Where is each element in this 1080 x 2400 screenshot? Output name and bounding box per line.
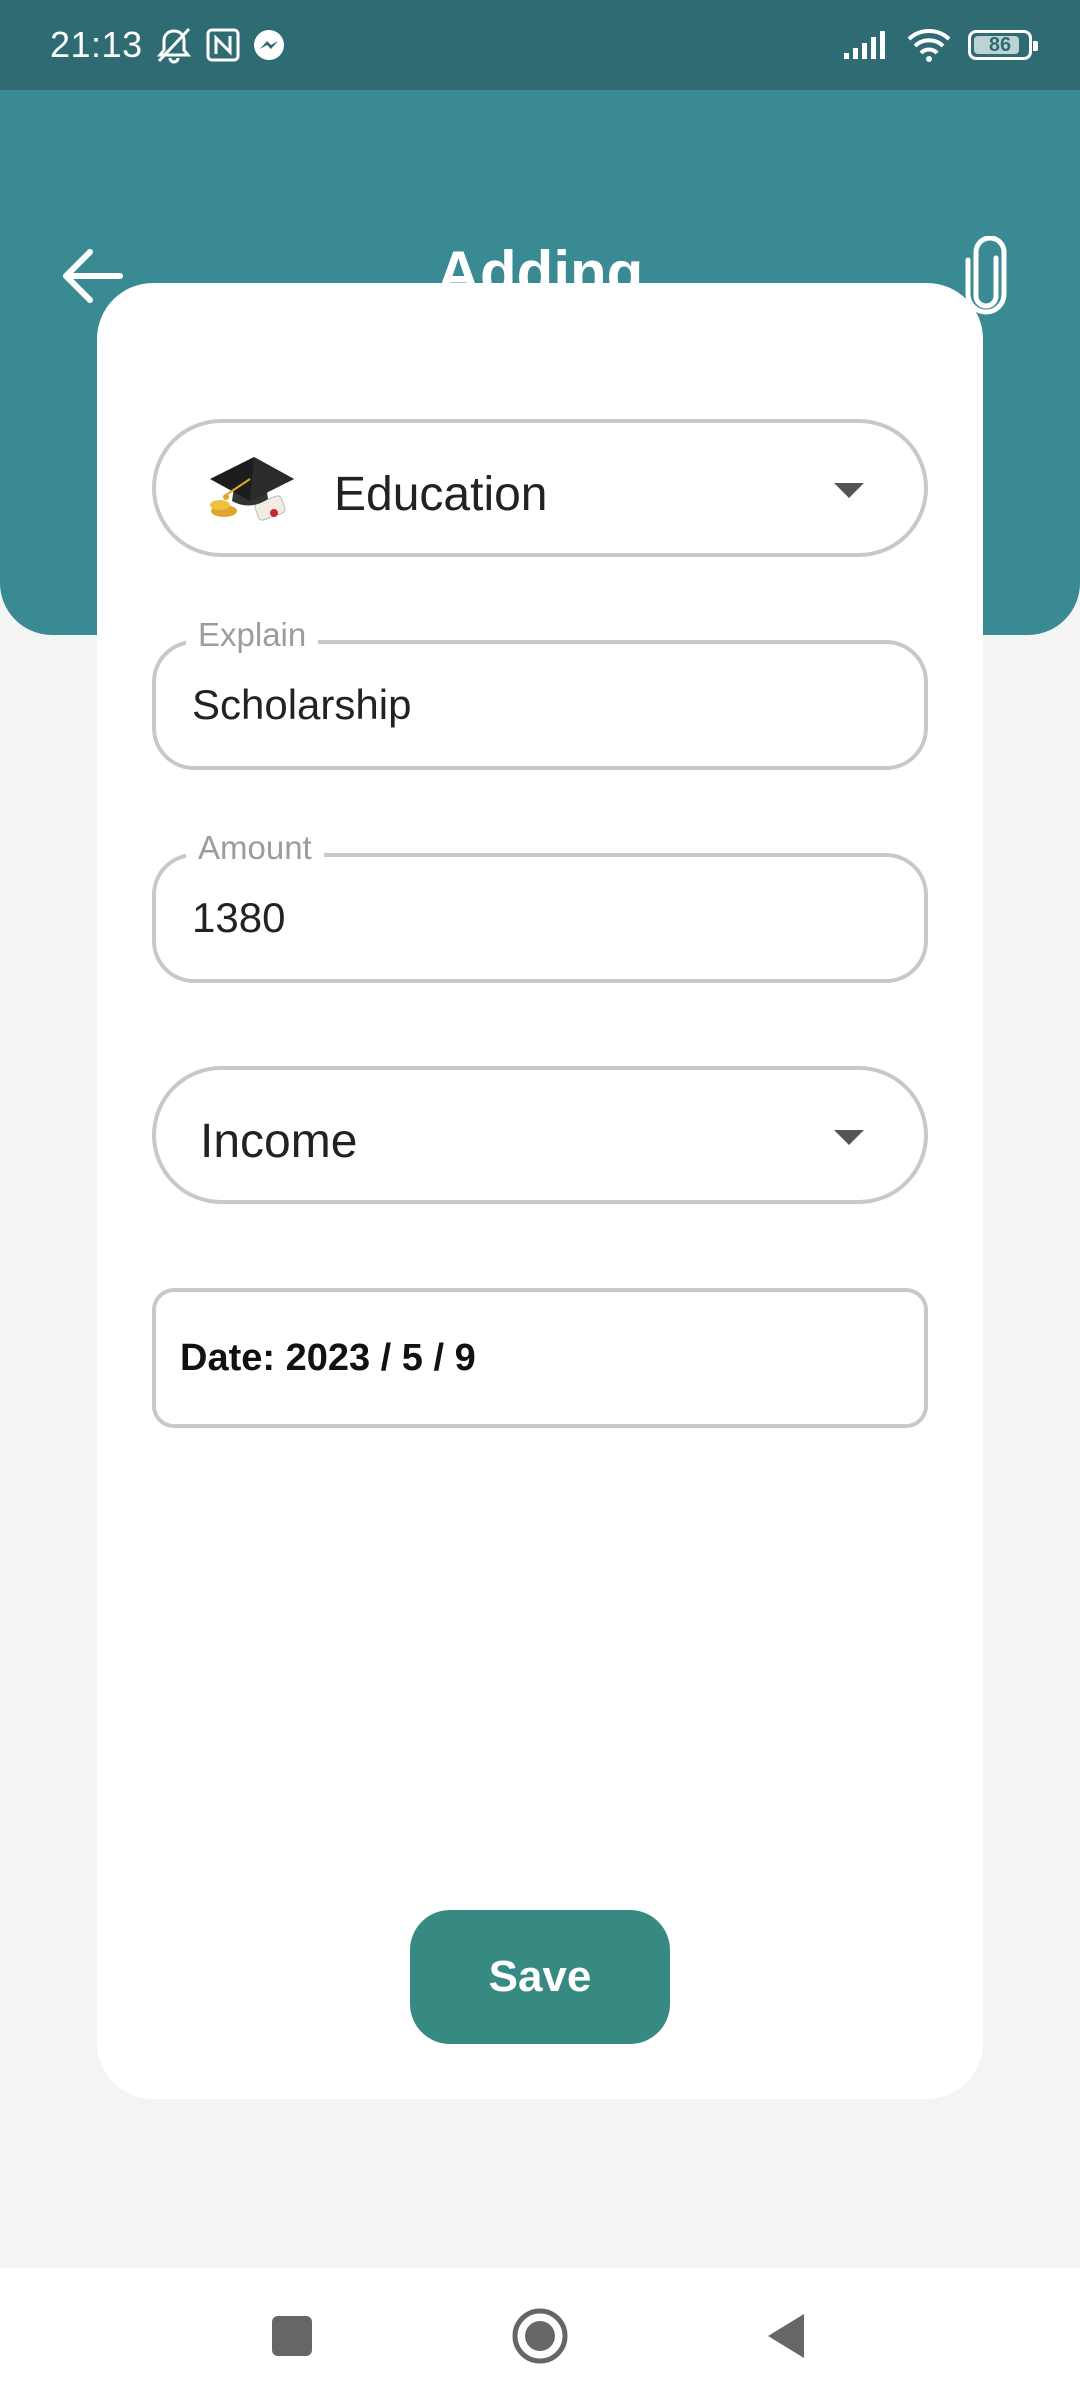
back-triangle-icon [768, 2314, 804, 2358]
battery-level: 86 [988, 33, 1012, 56]
chevron-down-icon [834, 1130, 864, 1145]
date-value: Date: 2023 / 5 / 9 [180, 1336, 476, 1379]
recents-button[interactable] [262, 2306, 322, 2366]
status-bar: 21:13 86 [0, 0, 1080, 90]
wifi-icon [906, 27, 952, 63]
amount-field[interactable]: Amount 1380 [152, 829, 928, 983]
recents-square-icon [272, 2316, 312, 2356]
amount-label: Amount [186, 829, 324, 867]
chevron-down-icon [834, 483, 864, 498]
system-nav-bar [0, 2268, 1080, 2400]
battery-icon: 86 [968, 30, 1038, 60]
save-button[interactable]: Save [410, 1910, 670, 2044]
explain-field[interactable]: Explain Scholarship [152, 616, 928, 770]
category-dropdown[interactable]: Education [152, 419, 928, 557]
signal-icon [842, 29, 890, 61]
status-left: 21:13 [50, 24, 287, 66]
muted-notification-icon [153, 25, 195, 65]
save-label: Save [488, 1952, 592, 2001]
category-value: Education [334, 468, 548, 521]
explain-label: Explain [186, 616, 319, 654]
type-value: Income [200, 1115, 358, 1168]
back-nav-button[interactable] [756, 2306, 816, 2366]
amount-value: 1380 [192, 894, 286, 941]
nfc-icon [205, 27, 241, 63]
status-right: 86 [842, 27, 1038, 63]
date-picker[interactable]: Date: 2023 / 5 / 9 [152, 1288, 928, 1428]
type-dropdown[interactable]: Income [152, 1066, 928, 1204]
graduation-cap-icon [204, 449, 296, 529]
messenger-icon [251, 27, 287, 63]
home-button[interactable] [510, 2306, 570, 2366]
status-time: 21:13 [50, 24, 143, 65]
explain-value: Scholarship [192, 681, 412, 728]
home-circle-icon [512, 2308, 568, 2364]
